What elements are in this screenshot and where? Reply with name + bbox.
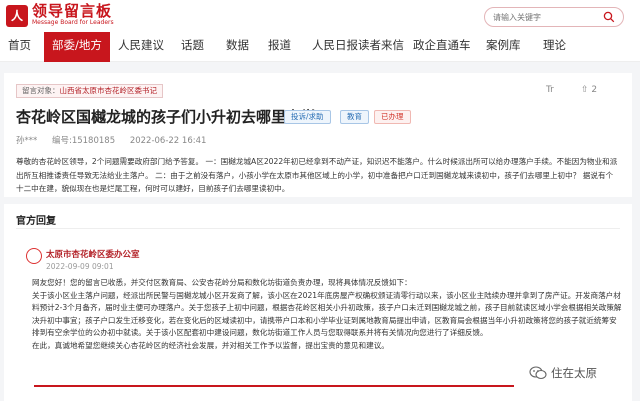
nav-item-home[interactable]: 首页 [8, 32, 31, 62]
site-logo[interactable]: 人 领导留言板 Message Board for Leaders [6, 4, 114, 27]
search-input[interactable] [493, 10, 599, 24]
nav-item-topics[interactable]: 话题 [181, 32, 204, 62]
logo-title: 领导留言板 [32, 2, 113, 20]
reply-heading: 官方回复 [16, 216, 56, 227]
nav-item-suggestions[interactable]: 人民建议 [118, 32, 164, 62]
reply-content: 关于该小区业主落户问题，经派出所民警与国樾龙城小区开发商了解，该小区在2021年… [32, 290, 622, 338]
nav-item-enterprise[interactable]: 政企直通车 [413, 32, 471, 62]
message-meta: 孙*** 编号:15180185 2022-06-22 16:41 [16, 134, 218, 146]
thumb-up-icon: ⇧ [581, 85, 589, 95]
reply-body: 网友您好！您的留言已收悉，并交付区教育局、公安杏花岭分局和数化坊街道负责办理，现… [32, 277, 622, 352]
official-seal-icon [26, 248, 42, 264]
recipient-badge[interactable]: 留言对象：山西省太原市杏花岭区委书记 [16, 84, 163, 98]
reply-date: 2022-09-09 09:01 [46, 262, 114, 271]
font-size-icon[interactable]: Tr [546, 85, 554, 95]
watermark: 住在太原 [529, 365, 597, 381]
main-nav: 首页 部委/地方 人民建议 话题 数据 报道 人民日报读者来信 政企直通车 案例… [0, 32, 640, 62]
search-icon[interactable] [603, 11, 615, 23]
nav-item-data[interactable]: 数据 [226, 32, 249, 62]
reply-org: 太原市杏花岭区委办公室 [46, 250, 140, 260]
nav-item-reader-letters[interactable]: 人民日报读者来信 [312, 32, 404, 62]
watermark-text: 住在太原 [551, 366, 597, 380]
wechat-icon [529, 366, 547, 380]
logo-mark: 人 [6, 4, 28, 27]
status-badge: 已办理 [374, 110, 411, 124]
nav-item-cases[interactable]: 案例库 [486, 32, 521, 62]
message-title: 杏花岭区国樾龙城的孩子们小升初去哪里上学 [16, 108, 317, 126]
upvote-count: 2 [591, 85, 598, 95]
nav-item-reports[interactable]: 报道 [268, 32, 291, 62]
search-box[interactable] [484, 7, 624, 27]
top-bar: 人 领导留言板 Message Board for Leaders [0, 0, 640, 32]
recipient-label: 留言对象： [22, 86, 60, 95]
reply-greeting: 网友您好！您的留言已收悉，并交付区教育局、公安杏花岭分局和数化坊街道负责办理，现… [32, 278, 412, 287]
nav-item-theory[interactable]: 理论 [543, 32, 566, 62]
reply-closing: 在此，真诚地希望您继续关心杏花岭区的经济社会发展，并对相关工作予以监督，提出宝贵… [32, 340, 389, 350]
message-content: 尊敬的杏花岭区领导，2个问题需要政府部门给予答复。 一：国樾龙城A区2022年初… [16, 157, 618, 193]
tag-education[interactable]: 教育 [340, 110, 369, 124]
author: 孙*** [16, 136, 38, 146]
message-id: 编号:15180185 [51, 136, 116, 146]
nav-item-ministries[interactable]: 部委/地方 [44, 32, 110, 62]
upvote-button[interactable]: ⇧ 2 [581, 85, 597, 95]
tag-complaint[interactable]: 投诉/求助 [284, 110, 331, 124]
message-date: 2022-06-22 16:41 [129, 136, 207, 146]
recipient-value: 山西省太原市杏花岭区委书记 [59, 86, 158, 95]
logo-subtitle: Message Board for Leaders [32, 19, 114, 26]
message-card: 留言对象：山西省太原市杏花岭区委书记 Tr ⇧ 2 杏花岭区国樾龙城的孩子们小升… [4, 73, 632, 197]
divider [16, 228, 620, 229]
highlight-underline [34, 385, 514, 387]
reply-card: 官方回复 太原市杏花岭区委办公室 2022-09-09 09:01 网友您好！您… [4, 204, 632, 401]
